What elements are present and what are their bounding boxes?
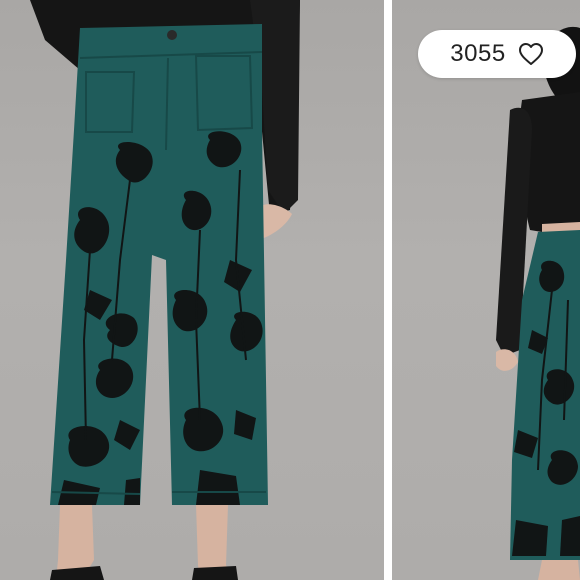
front-view-illustration	[30, 0, 300, 580]
side-view-illustration	[496, 26, 580, 580]
product-photo-secondary[interactable]	[392, 0, 580, 580]
like-button[interactable]: 3055	[418, 30, 576, 78]
heart-outline-icon	[518, 43, 543, 65]
product-photo-main[interactable]	[0, 0, 384, 580]
like-count: 3055	[450, 40, 506, 67]
